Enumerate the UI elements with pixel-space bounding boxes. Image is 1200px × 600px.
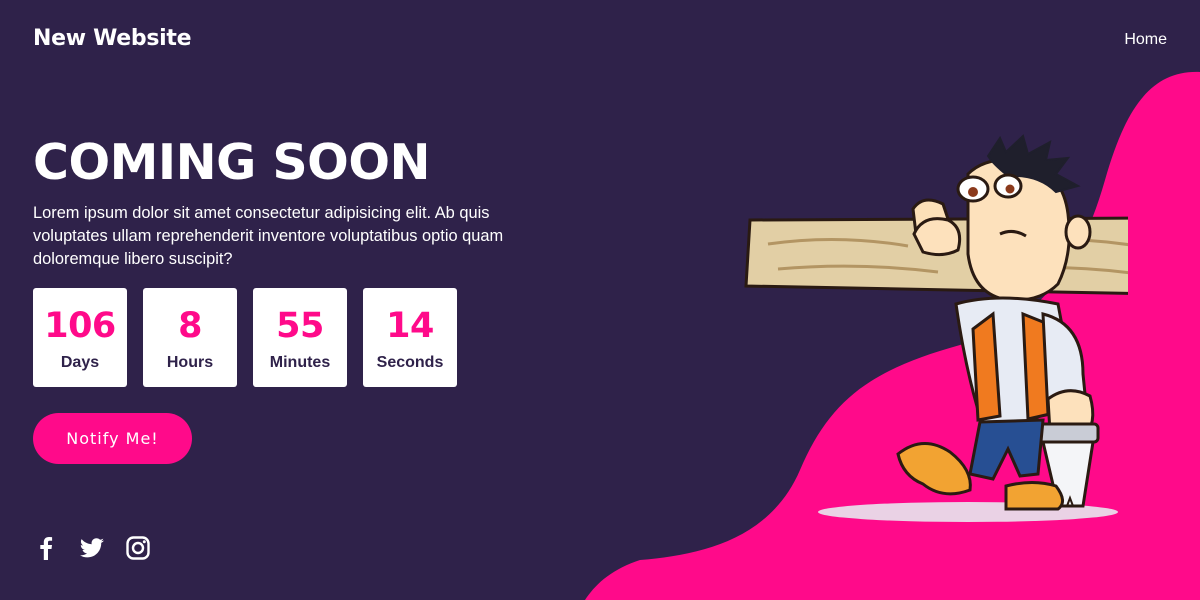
twitter-icon[interactable] [79,535,105,561]
countdown-hours-label: Hours [166,354,214,371]
countdown-minutes-label: Minutes [269,354,331,371]
countdown-minutes-value: 55 [276,306,324,346]
countdown: 106 Days 8 Hours 55 Minutes 14 Seconds [33,288,457,387]
countdown-hours: 8 Hours [143,288,237,387]
site-brand[interactable]: New Website [33,26,192,51]
instagram-icon[interactable] [125,535,151,561]
countdown-days: 106 Days [33,288,127,387]
countdown-seconds: 14 Seconds [363,288,457,387]
page-title: COMING SOON [33,134,431,191]
hero-description: Lorem ipsum dolor sit amet consectetur a… [33,204,504,268]
nav-home-link[interactable]: Home [1124,31,1167,49]
countdown-hours-value: 8 [178,306,202,346]
notify-me-button[interactable]: Notify Me! [33,413,192,464]
countdown-minutes: 55 Minutes [253,288,347,387]
countdown-seconds-value: 14 [386,306,434,346]
countdown-days-value: 106 [44,306,116,346]
carpenter-illustration [744,134,1128,522]
countdown-days-label: Days [60,354,100,371]
countdown-seconds-label: Seconds [376,354,444,371]
social-links [33,535,151,561]
facebook-icon[interactable] [33,535,59,561]
